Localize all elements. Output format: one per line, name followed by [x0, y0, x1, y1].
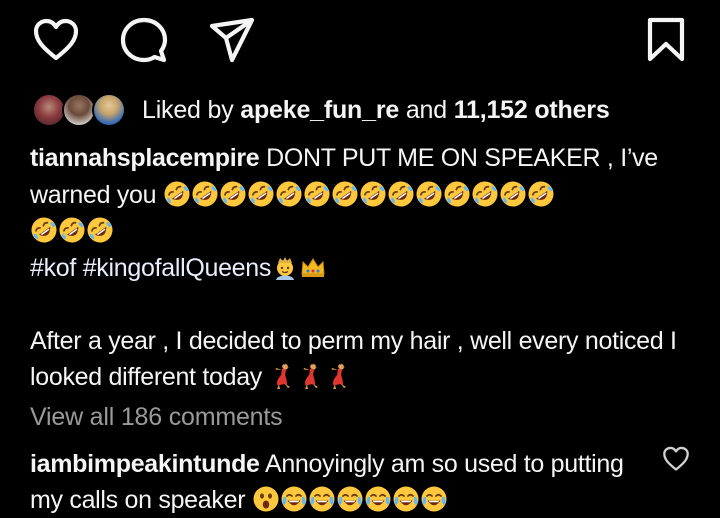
astonished-emoji-icon [252, 485, 280, 513]
emoji-row [269, 363, 353, 391]
rofl-emoji-icon [247, 180, 275, 208]
caption-hashtags-line: #kof #kingofallQueens [30, 250, 690, 287]
avatar [92, 93, 126, 127]
rofl-emoji-icon [499, 180, 527, 208]
liked-by-joiner: and [405, 95, 447, 124]
heart-outline-icon [663, 446, 689, 471]
caption-line: warned you [30, 177, 690, 214]
hashtag-links[interactable]: #kof #kingofallQueens [30, 254, 271, 282]
rofl-emoji-icon [303, 180, 331, 208]
liker-avatars [32, 90, 132, 130]
bookmark-outline-icon [647, 17, 685, 62]
emoji-row [252, 486, 448, 514]
post-username-link[interactable]: tiannahsplacempire [30, 144, 260, 172]
rofl-emoji-icon [527, 180, 555, 208]
rofl-emoji-icon [387, 180, 415, 208]
caption-line [30, 213, 690, 250]
tears-of-joy-emoji-icon [280, 485, 308, 513]
dancer-emoji-icon [269, 362, 297, 390]
likes-count-link[interactable]: 11,152 others [454, 96, 610, 124]
rofl-emoji-icon [471, 180, 499, 208]
caption-paragraph-text: After a year , I decided to perm my hair… [30, 326, 677, 392]
tears-of-joy-emoji-icon [420, 485, 448, 513]
tears-of-joy-emoji-icon [336, 485, 364, 513]
comment-item: iambimpeakintunde Annoyingly am so used … [30, 446, 630, 518]
tears-of-joy-emoji-icon [364, 485, 392, 513]
tears-of-joy-emoji-icon [392, 485, 420, 513]
emoji-row [163, 181, 555, 209]
liked-by-row[interactable]: Liked by apeke_fun_re and 11,152 others [32, 88, 610, 132]
liked-by-text: Liked by apeke_fun_re and 11,152 others [142, 96, 610, 125]
rofl-emoji-icon [86, 216, 114, 244]
rofl-emoji-icon [415, 180, 443, 208]
post-action-bar [0, 14, 720, 66]
rofl-emoji-icon [275, 180, 303, 208]
caption-text: warned you [30, 180, 157, 209]
dancer-emoji-icon [325, 362, 353, 390]
comment-like-button[interactable] [662, 445, 690, 473]
avatar [32, 93, 66, 127]
comment-bubble-icon [120, 17, 168, 63]
rofl-emoji-icon [163, 180, 191, 208]
caption-paragraph: After a year , I decided to perm my hair… [30, 323, 690, 396]
rofl-emoji-icon [359, 180, 387, 208]
tears-of-joy-emoji-icon [308, 485, 336, 513]
post-caption: tiannahsplacempire DONT PUT ME ON SPEAKE… [30, 140, 690, 396]
rofl-emoji-icon [191, 180, 219, 208]
share-button[interactable] [206, 14, 258, 66]
dancer-emoji-icon [297, 362, 325, 390]
liked-by-prefix: Liked by [142, 95, 234, 124]
comment-button[interactable] [118, 14, 170, 66]
caption-line: tiannahsplacempire DONT PUT ME ON SPEAKE… [30, 140, 690, 177]
heart-outline-icon [33, 18, 79, 61]
avatar [62, 93, 96, 127]
rofl-emoji-icon [219, 180, 247, 208]
comment-username-link[interactable]: iambimpeakintunde [30, 450, 260, 478]
princess-emoji-icon [271, 253, 299, 281]
like-button[interactable] [30, 14, 82, 66]
emoji-row [30, 217, 114, 245]
crown-emoji-icon [299, 253, 327, 281]
caption-text: DONT PUT ME ON SPEAKER , I’ve [266, 144, 658, 172]
rofl-emoji-icon [443, 180, 471, 208]
view-all-comments-link[interactable]: View all 186 comments [30, 403, 283, 432]
rofl-emoji-icon [331, 180, 359, 208]
save-button[interactable] [640, 14, 692, 66]
rofl-emoji-icon [58, 216, 86, 244]
paper-plane-icon [209, 17, 255, 63]
rofl-emoji-icon [30, 216, 58, 244]
liked-by-user-link[interactable]: apeke_fun_re [240, 96, 399, 124]
